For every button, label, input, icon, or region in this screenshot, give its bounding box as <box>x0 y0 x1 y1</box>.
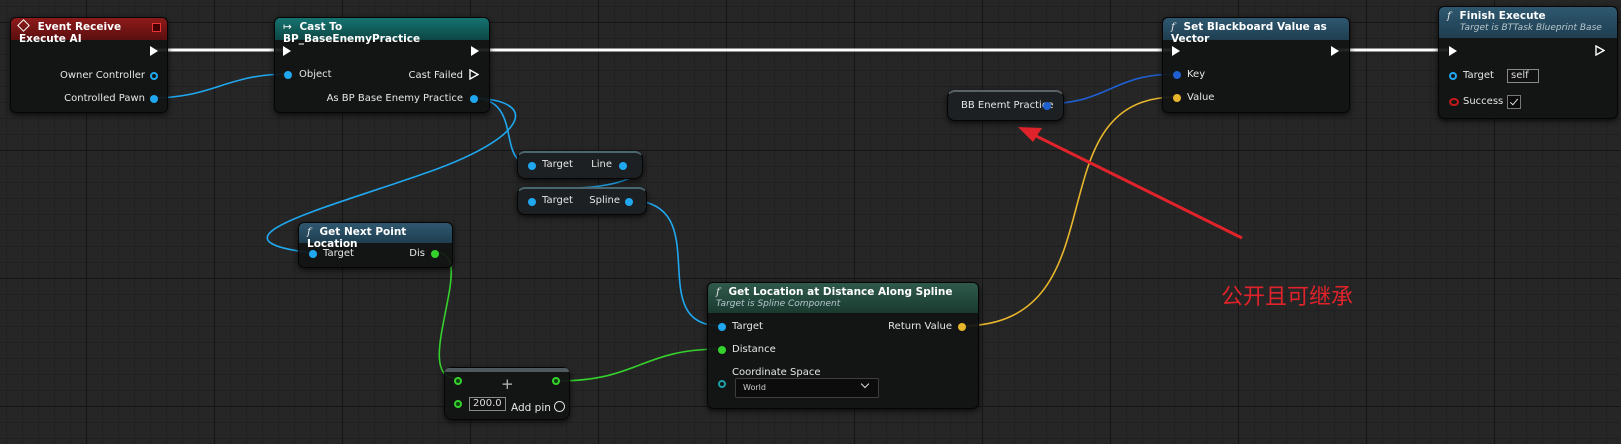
add-pin-label[interactable]: Add pin <box>511 402 551 414</box>
owner-controller-pin[interactable] <box>150 72 158 80</box>
chevron-down-icon <box>860 379 870 389</box>
spline-output-pin[interactable] <box>625 198 633 206</box>
set-bb-title: Set Blackboard Value as Vector <box>1171 21 1327 45</box>
function-icon: f <box>1171 21 1175 33</box>
key-label: Key <box>1187 69 1206 80</box>
set-blackboard-value-node[interactable]: f Set Blackboard Value as Vector Key Val… <box>1162 17 1350 113</box>
value-label: Value <box>1187 92 1215 103</box>
success-pin[interactable] <box>1449 98 1459 106</box>
function-icon: f <box>716 286 720 298</box>
annotation-text: 公开且可继承 <box>1221 285 1354 310</box>
event-exec-out-pin[interactable] <box>150 46 158 56</box>
line-target-pin[interactable] <box>528 162 536 170</box>
event-receive-execute-ai-node[interactable]: Event Receive Execute AI Owner Controlle… <box>10 17 168 113</box>
event-node-title: Event Receive Execute AI <box>19 21 122 45</box>
distance-label: Distance <box>732 344 776 355</box>
add-input-b-pin[interactable] <box>454 400 462 408</box>
spline-loc-header[interactable]: f Get Location at Distance Along Spline … <box>708 283 978 313</box>
next-point-target-pin[interactable] <box>309 250 317 258</box>
controlled-pawn-pin[interactable] <box>150 95 158 103</box>
cast-failed-pin[interactable] <box>469 69 479 80</box>
set-bb-exec-in-pin[interactable] <box>1172 46 1180 56</box>
wire-pawn-to-object[interactable] <box>150 73 290 99</box>
finish-title: Finish Execute <box>1459 10 1546 22</box>
add-node-top-bar <box>445 368 569 372</box>
next-point-target-label: Target <box>323 248 354 259</box>
plus-icon: + <box>501 375 514 393</box>
return-value-pin[interactable] <box>958 323 966 331</box>
finish-target-label: Target <box>1463 70 1494 81</box>
spline-getter-node[interactable]: Target Spline <box>517 187 647 215</box>
finish-header[interactable]: f Finish Execute Target is BTTask Bluepr… <box>1439 7 1617 38</box>
add-pin-circle-icon[interactable] <box>554 401 565 412</box>
next-point-header[interactable]: f Get Next Point Location <box>299 223 452 250</box>
annotation-arrow <box>1018 127 1243 240</box>
delegate-pin-icon[interactable] <box>152 23 161 32</box>
checkmark-icon <box>1509 96 1519 106</box>
return-value-label: Return Value <box>888 321 952 332</box>
function-icon: f <box>307 226 311 238</box>
finish-target-value[interactable]: self <box>1507 69 1539 83</box>
success-label: Success <box>1463 96 1504 107</box>
coordinate-space-label: Coordinate Space <box>732 367 821 378</box>
add-input-a-pin[interactable] <box>454 377 462 385</box>
get-next-point-location-node[interactable]: f Get Next Point Location Target Dis <box>298 222 453 268</box>
finish-target-pin[interactable] <box>1449 72 1457 80</box>
next-point-dis-label: Dis <box>409 248 425 259</box>
finish-exec-in-pin[interactable] <box>1449 46 1457 56</box>
owner-controller-label: Owner Controller <box>59 70 145 81</box>
next-point-title: Get Next Point Location <box>307 226 407 250</box>
cast-node-header[interactable]: ↦ Cast To BP_BaseEnemyPractice <box>275 18 489 45</box>
spline-loc-subtitle: Target is Spline Component <box>716 299 841 309</box>
wire-add-to-distance[interactable] <box>555 348 722 382</box>
function-icon: f <box>1447 10 1451 22</box>
event-node-header[interactable]: Event Receive Execute AI <box>11 18 167 45</box>
spline-target-label: Target <box>542 195 573 206</box>
finish-execute-node[interactable]: f Finish Execute Target is BTTask Bluepr… <box>1438 6 1618 119</box>
cast-node-title: Cast To BP_BaseEnemyPractice <box>283 21 421 45</box>
line-output-pin[interactable] <box>619 162 627 170</box>
wire-return-to-value[interactable] <box>960 96 1177 327</box>
bb-variable-output-pin[interactable] <box>1043 102 1051 110</box>
coordinate-space-pin[interactable] <box>718 380 726 388</box>
line-getter-node[interactable]: Target Line <box>517 151 643 179</box>
coordinate-space-dropdown[interactable]: World <box>735 378 879 398</box>
get-location-at-distance-node[interactable]: f Get Location at Distance Along Spline … <box>707 282 979 409</box>
key-pin[interactable] <box>1173 71 1181 79</box>
set-bb-header[interactable]: f Set Blackboard Value as Vector <box>1163 18 1349 45</box>
finish-exec-out-pin[interactable] <box>1595 45 1605 56</box>
spline-output-label: Spline <box>589 195 620 206</box>
spline-target-pin[interactable] <box>528 198 536 206</box>
line-output-label: Line <box>591 159 612 170</box>
cast-arrow-icon: ↦ <box>283 21 292 33</box>
wire-dis-to-add[interactable] <box>437 252 457 379</box>
finish-subtitle: Target is BTTask Blueprint Base <box>1460 23 1602 33</box>
spline-loc-target-pin[interactable] <box>718 323 726 331</box>
set-bb-exec-out-pin[interactable] <box>1331 46 1339 56</box>
add-float-node[interactable]: 200.0 + Add pin <box>444 367 570 420</box>
cast-failed-label: Cast Failed <box>408 70 463 81</box>
controlled-pawn-label: Controlled Pawn <box>64 93 145 104</box>
add-value-input[interactable]: 200.0 <box>469 397 506 411</box>
spline-loc-target-label: Target <box>732 321 763 332</box>
cast-exec-out-pin[interactable] <box>471 46 479 56</box>
success-checkbox[interactable] <box>1507 95 1521 109</box>
cast-to-node[interactable]: ↦ Cast To BP_BaseEnemyPractice Object Ca… <box>274 17 490 113</box>
value-pin[interactable] <box>1173 94 1181 102</box>
cast-object-pin[interactable] <box>284 71 292 79</box>
cast-object-label: Object <box>299 69 332 80</box>
coordinate-space-value: World <box>743 383 766 392</box>
next-point-dis-pin[interactable] <box>431 250 439 258</box>
bb-variable-label: BB Enemt Practice <box>961 100 1054 111</box>
cast-exec-in-pin[interactable] <box>283 46 291 56</box>
as-bp-label: As BP Base Enemy Practice <box>326 93 463 104</box>
spline-loc-title: Get Location at Distance Along Spline <box>728 286 953 298</box>
line-target-label: Target <box>542 159 573 170</box>
distance-pin[interactable] <box>718 346 726 354</box>
event-diamond-icon <box>17 19 30 32</box>
add-output-pin[interactable] <box>552 377 560 385</box>
as-bp-pin[interactable] <box>470 95 478 103</box>
bb-enemy-practice-variable-node[interactable]: BB Enemt Practice <box>947 90 1064 121</box>
